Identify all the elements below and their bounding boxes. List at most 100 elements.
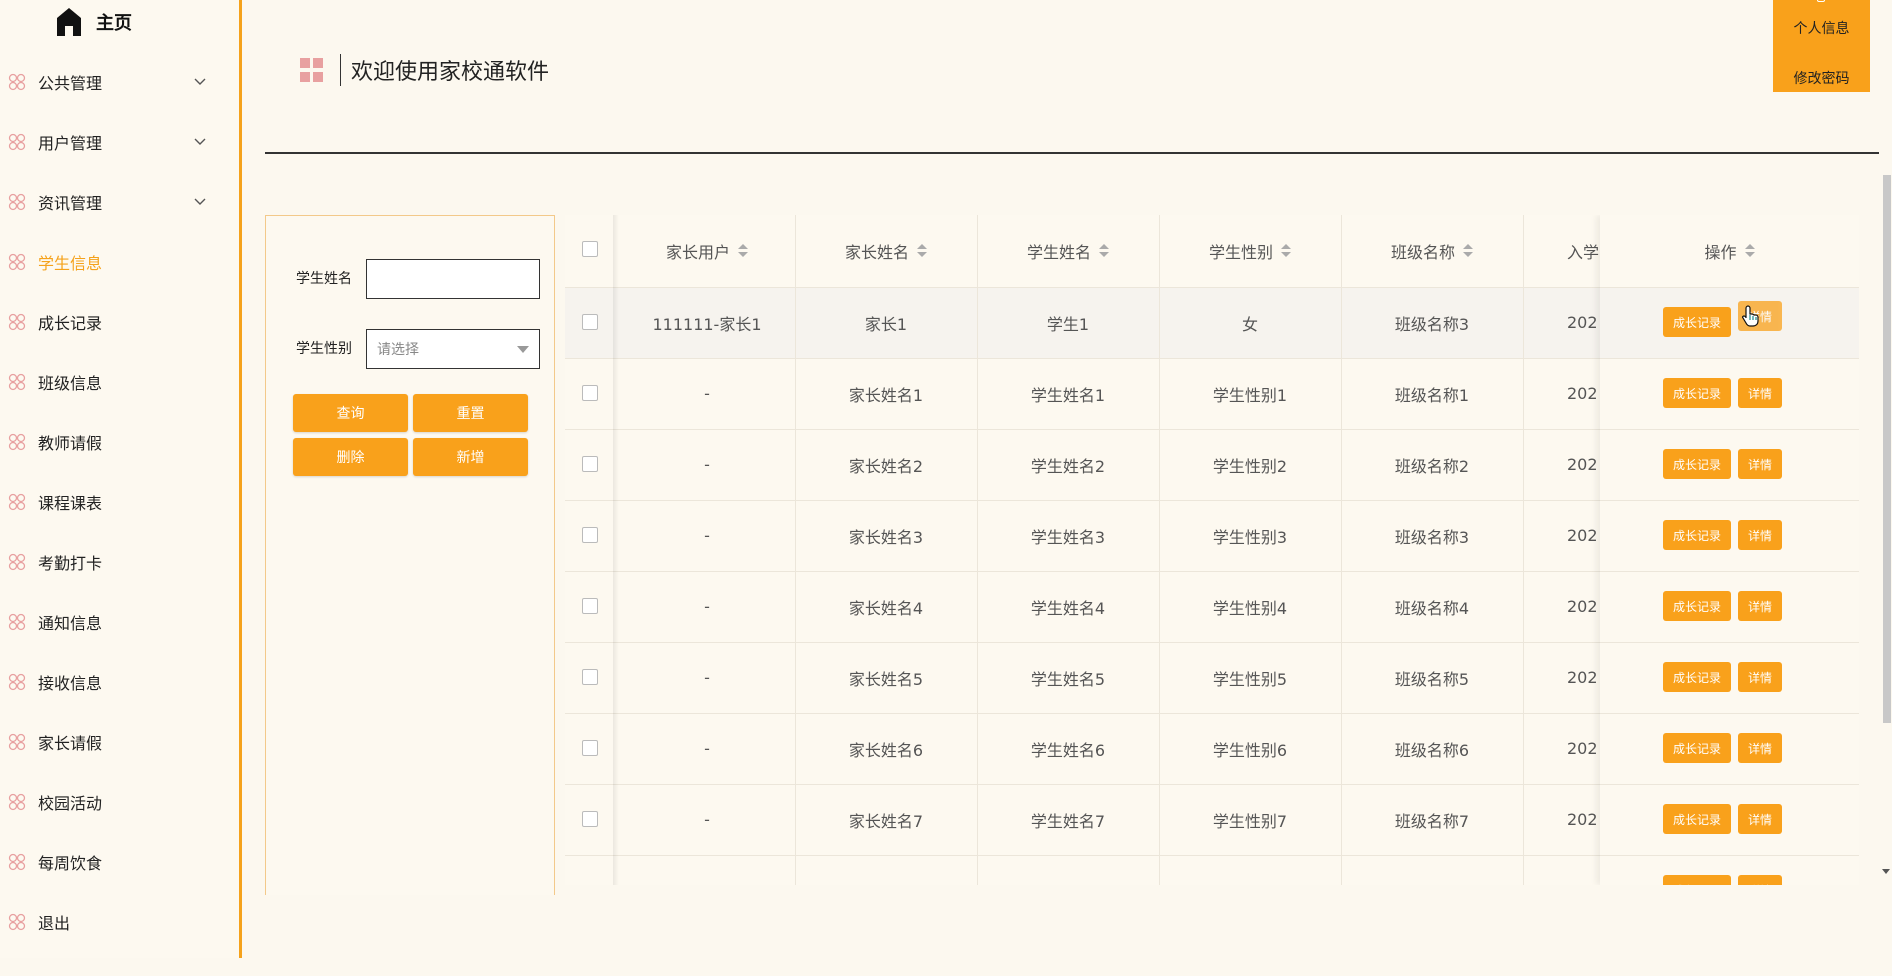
table-cell: 家长姓名3 [848,527,924,547]
sort-icon[interactable] [738,244,748,258]
row-divider [1600,500,1859,501]
sidebar-item[interactable]: 每周饮食 [0,842,239,882]
sidebar-item-label: 通知信息 [38,614,103,633]
sidebar-item[interactable]: 课程课表 [0,482,239,522]
detail-button[interactable]: 详情 [1738,875,1782,885]
row-checkbox[interactable] [582,314,598,330]
sidebar-item-label: 教师请假 [38,434,103,453]
sidebar-item-label: 班级信息 [38,374,103,393]
sort-icon[interactable] [1099,244,1109,258]
column-header[interactable]: 家长姓名 [795,215,977,287]
row-checkbox[interactable] [582,740,598,756]
scrollbar-thumb[interactable] [1883,175,1891,723]
sidebar-item-label: 校园活动 [38,794,103,813]
user-icon [1817,0,1825,2]
sidebar-item[interactable]: 成长记录 [0,302,239,342]
column-header-label: 入学 [1567,243,1600,262]
table-cell: 202 [1567,597,1598,616]
sidebar-item[interactable]: 教师请假 [0,422,239,462]
column-header[interactable]: 入学 [1523,215,1603,287]
sort-icon[interactable] [1281,244,1291,258]
table-cell: 学生姓名6 [1030,740,1106,760]
student-gender-select[interactable]: 请选择 [366,329,540,369]
growth-record-button[interactable]: 成长记录 [1663,591,1731,621]
home-link[interactable]: 主页 [56,0,132,44]
table-cell: - [704,455,710,474]
detail-button[interactable]: 详情 [1738,804,1782,834]
column-header[interactable]: 学生姓名 [977,215,1159,287]
detail-button[interactable]: 详情 [1738,591,1782,621]
sidebar-item[interactable]: 接收信息 [0,662,239,702]
delete-button[interactable]: 删除 [293,438,408,476]
sidebar-item[interactable]: 通知信息 [0,602,239,642]
row-checkbox[interactable] [582,669,598,685]
growth-record-button[interactable]: 成长记录 [1663,662,1731,692]
sort-icon[interactable] [1463,244,1473,258]
sidebar-item[interactable]: 考勤打卡 [0,542,239,582]
column-header[interactable]: 操作 [1600,215,1859,287]
flower-icon [8,793,26,811]
column-header[interactable]: 班级名称 [1341,215,1523,287]
table-cell: 学生性别4 [1212,598,1288,618]
detail-button[interactable]: 详情 [1738,520,1782,550]
table-cell: 202 [1567,810,1598,829]
growth-record-button[interactable]: 成长记录 [1663,520,1731,550]
growth-record-button[interactable]: 成长记录 [1663,875,1731,885]
table-cell: 家长姓名1 [848,385,924,405]
sort-icon[interactable] [1744,244,1755,258]
column-header[interactable]: 家长用户 [619,215,795,287]
column-header[interactable]: 学生性别 [1159,215,1341,287]
growth-record-button[interactable]: 成长记录 [1663,733,1731,763]
change-password-menu-item[interactable]: 修改密码 [1773,68,1870,88]
column-header-label: 家长姓名 [844,243,909,262]
sidebar-item[interactable]: 学生信息 [0,242,239,282]
table-cell: 学生姓名3 [1030,527,1106,547]
column-header-label: 学生姓名 [1026,243,1091,262]
student-name-input[interactable] [366,259,540,299]
growth-record-button[interactable]: 成长记录 [1663,378,1731,408]
sidebar-item-label: 课程课表 [38,494,103,513]
growth-record-button[interactable]: 成长记录 [1663,307,1731,337]
select-all-checkbox[interactable] [582,241,598,257]
row-checkbox[interactable] [582,527,598,543]
table-cell: 学生性别1 [1212,385,1288,405]
scroll-down-arrow[interactable] [1882,869,1890,874]
detail-button[interactable]: 详情 [1738,378,1782,408]
detail-button[interactable]: 详情 [1738,733,1782,763]
chevron-down-icon [517,346,529,353]
sidebar-item[interactable]: 家长请假 [0,722,239,762]
add-button[interactable]: 新增 [413,438,528,476]
sidebar-item[interactable]: 公共管理 [0,62,239,102]
row-checkbox[interactable] [582,598,598,614]
table-cell: 学生姓名5 [1030,669,1106,689]
table-cell: 班级名称1 [1394,385,1470,405]
table-cell: - [704,668,710,687]
growth-record-button[interactable]: 成长记录 [1663,449,1731,479]
reset-button[interactable]: 重置 [413,394,528,432]
sidebar-item[interactable]: 资讯管理 [0,182,239,222]
sidebar-item[interactable]: 用户管理 [0,122,239,162]
detail-button[interactable]: 详情 [1738,449,1782,479]
sidebar-item-label: 资讯管理 [38,194,103,213]
detail-button[interactable]: 详情 [1738,662,1782,692]
page-scrollbar[interactable] [1880,175,1892,885]
sort-icon[interactable] [917,244,927,258]
row-checkbox[interactable] [582,456,598,472]
flower-icon [8,913,26,931]
table-cell: 学生姓名7 [1030,811,1106,831]
query-button[interactable]: 查询 [293,394,408,432]
sidebar-item[interactable]: 校园活动 [0,782,239,822]
table-cell: 班级名称5 [1394,669,1470,689]
row-checkbox[interactable] [582,811,598,827]
flower-icon [8,733,26,751]
grid-icon [300,58,324,82]
growth-record-button[interactable]: 成长记录 [1663,804,1731,834]
table-cell: 班级名称2 [1394,456,1470,476]
column-header-label: 班级名称 [1390,243,1455,262]
sidebar-item-label: 家长请假 [38,734,103,753]
sidebar-item[interactable]: 班级信息 [0,362,239,402]
table-cell: 班级名称6 [1394,740,1470,760]
sidebar-item[interactable]: 退出 [0,902,239,942]
row-checkbox[interactable] [582,385,598,401]
profile-menu-item[interactable]: 个人信息 [1773,18,1870,38]
